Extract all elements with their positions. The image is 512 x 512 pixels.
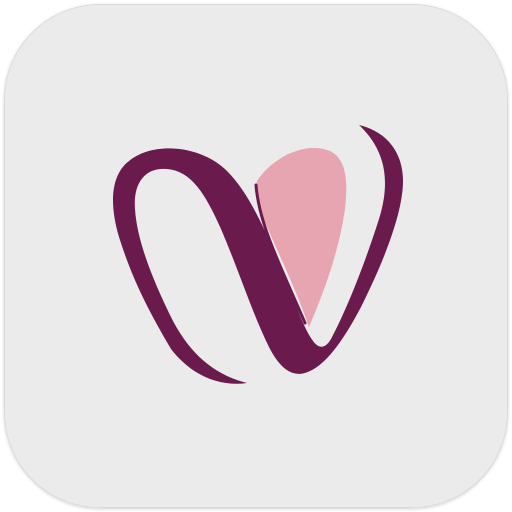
- icon-stage: [0, 0, 512, 512]
- app-icon[interactable]: [4, 4, 508, 508]
- v-heart-logo-icon: [5, 5, 507, 507]
